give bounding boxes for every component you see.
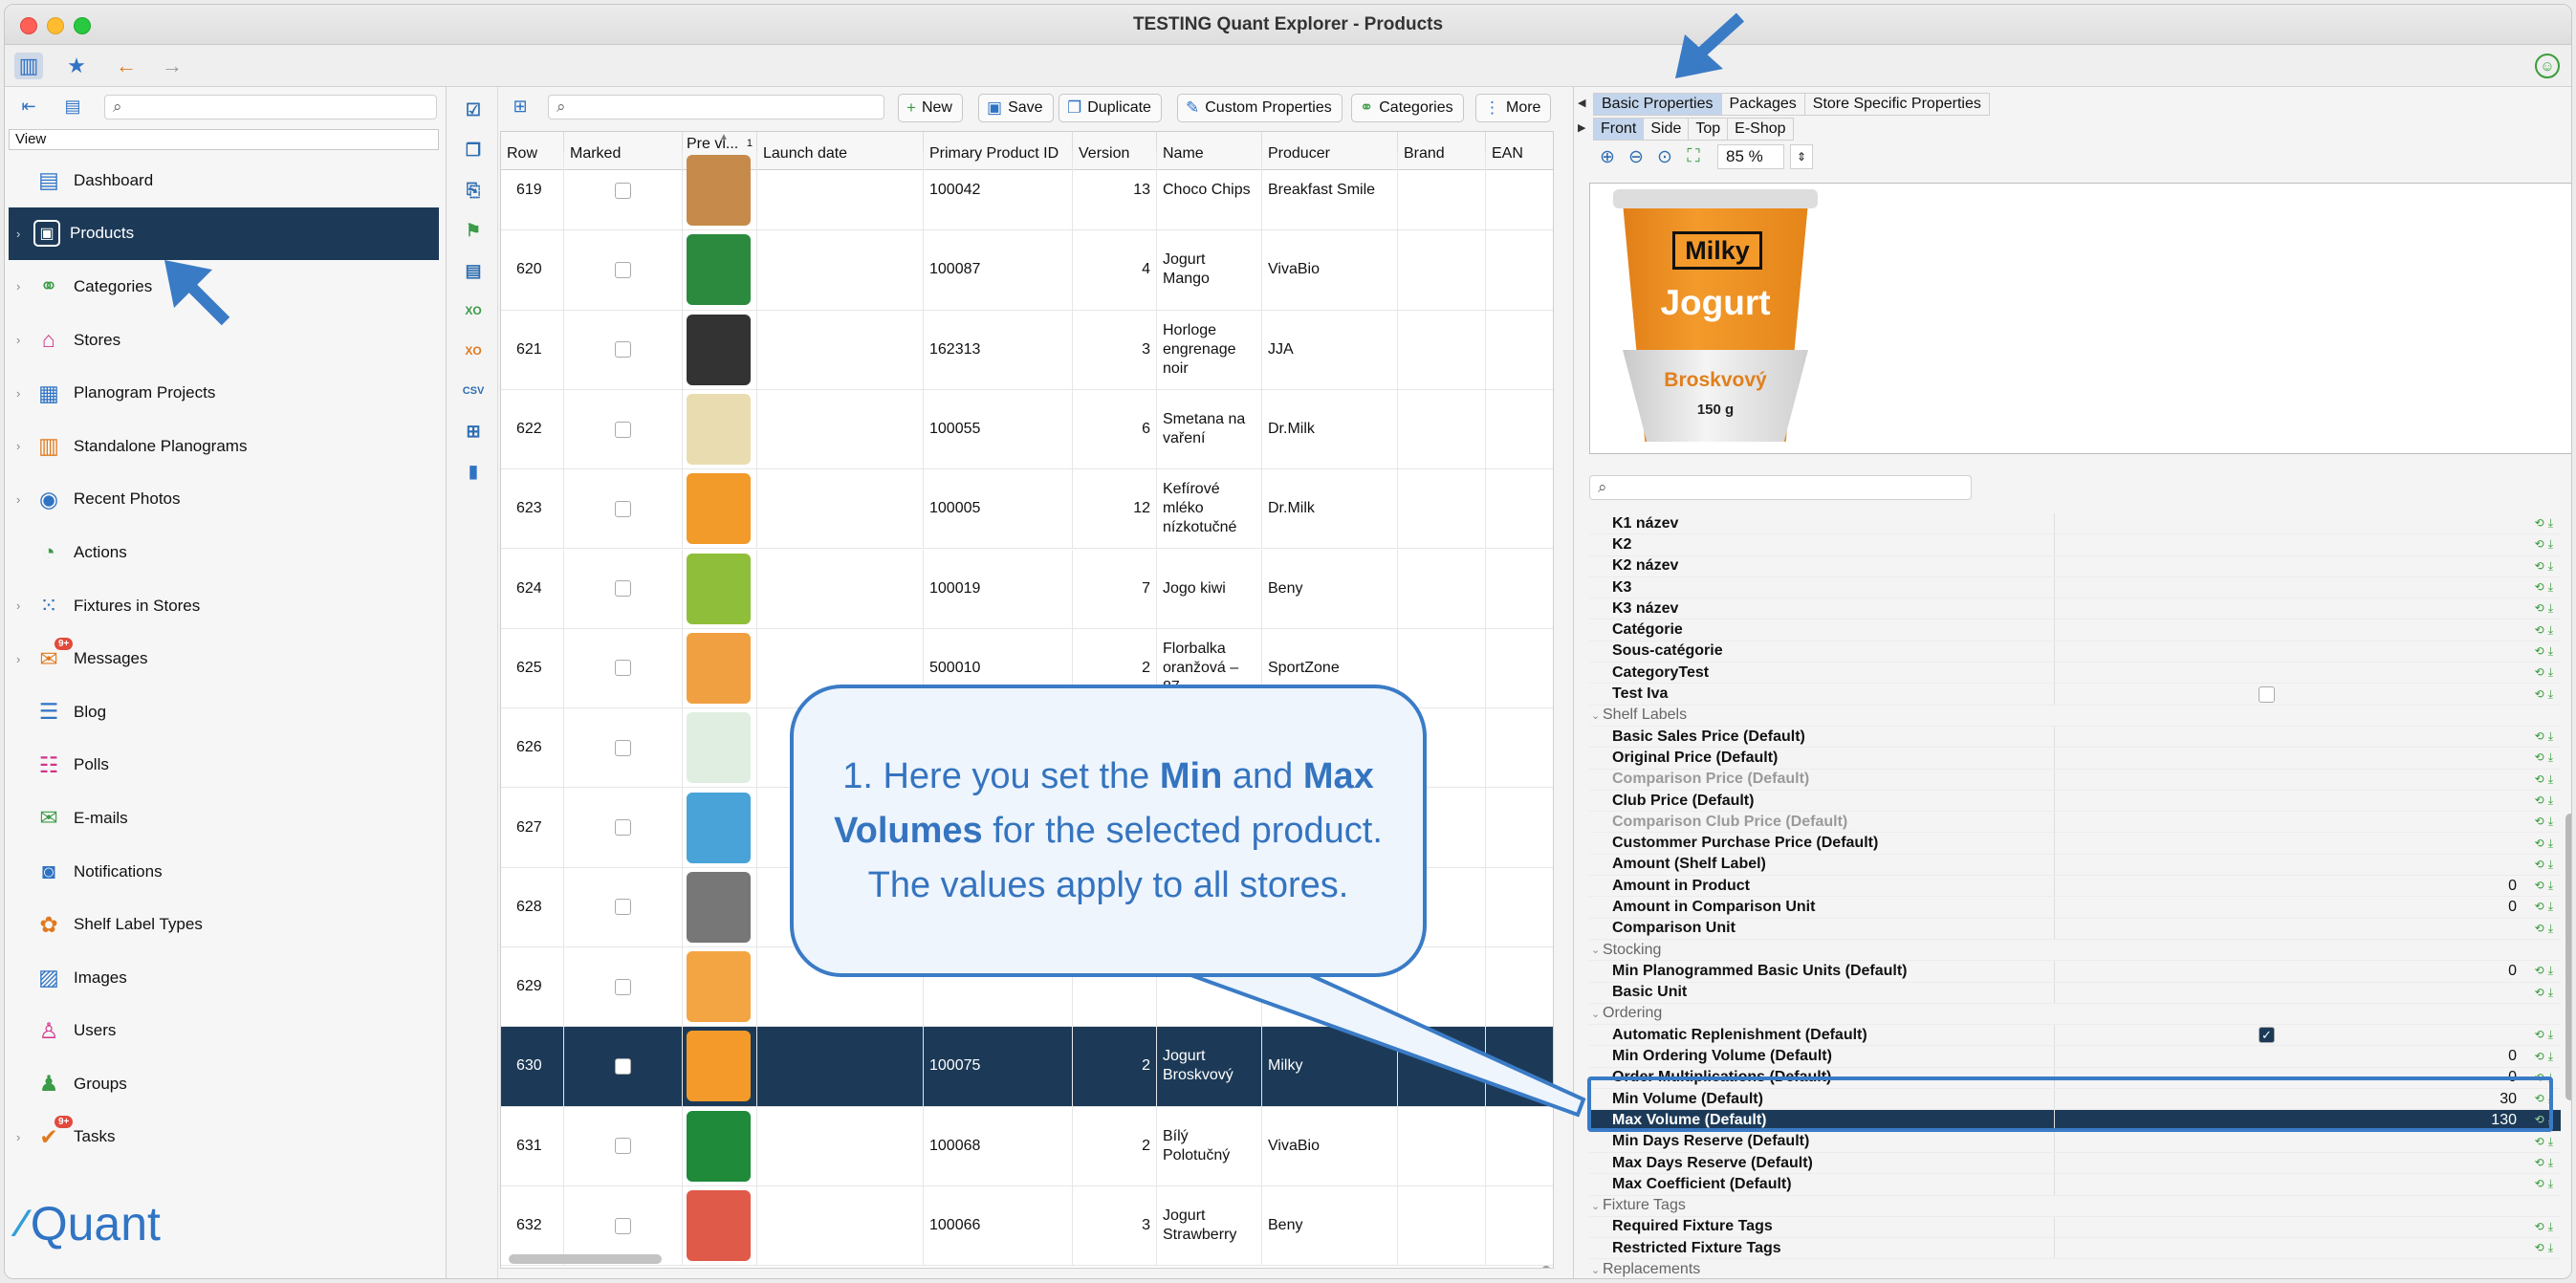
callout-part2: and	[1222, 755, 1303, 796]
arrow-to-basic-properties	[1675, 12, 1745, 78]
arrow-to-products	[164, 260, 230, 326]
callout-part1: 1. Here you set the	[842, 755, 1160, 796]
annotation-overlay	[164, 12, 1745, 1118]
callout-text: 1. Here you set the Min and Max Volumes …	[832, 750, 1385, 913]
callout-bold-min: Min	[1159, 755, 1223, 796]
arrow-shaft	[1695, 12, 1745, 58]
instruction-callout: 1. Here you set the Min and Max Volumes …	[790, 685, 1427, 977]
callout-tail	[1185, 971, 1586, 1118]
